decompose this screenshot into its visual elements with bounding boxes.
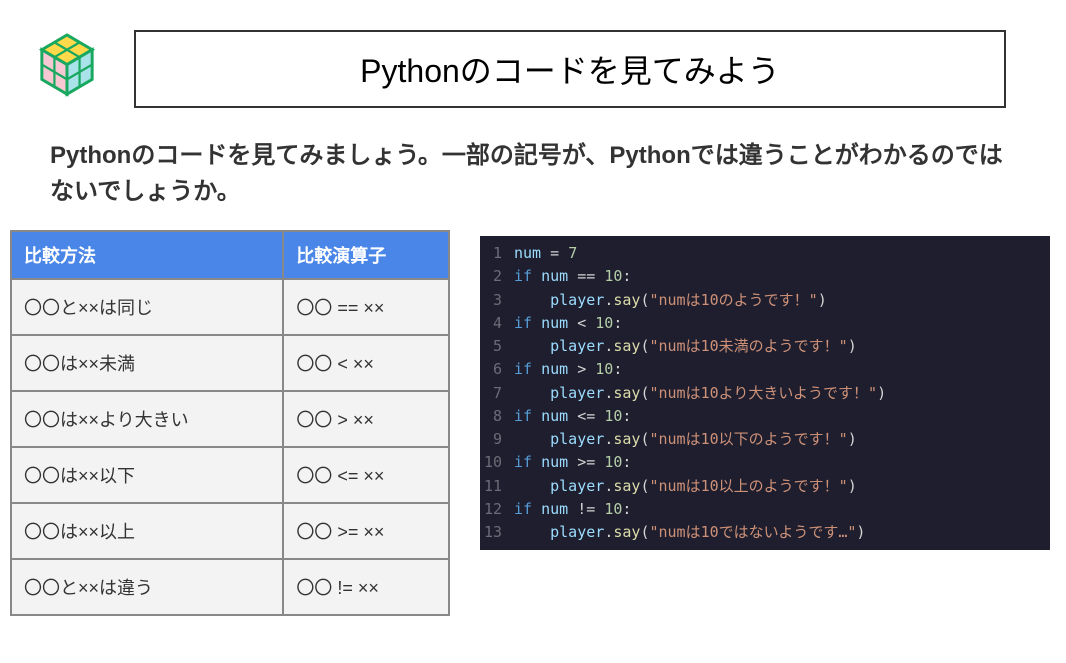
line-number: 9 <box>480 428 514 451</box>
line-number: 1 <box>480 242 514 265</box>
table-cell-operator: 〇〇 <= ×× <box>283 447 449 503</box>
table-cell-method: 〇〇は××未満 <box>11 335 283 391</box>
table-row: 〇〇は××以上 〇〇 >= ×× <box>11 503 449 559</box>
code-text: player.say("numは10未満のようです！") <box>514 335 857 358</box>
code-text: player.say("numは10以下のようです！") <box>514 428 857 451</box>
code-line: 9 player.say("numは10以下のようです！") <box>480 428 1038 451</box>
code-line: 5 player.say("numは10未満のようです！") <box>480 335 1038 358</box>
code-sample: 1num = 72if num == 10:3 player.say("numは… <box>480 236 1050 550</box>
table-cell-method: 〇〇と××は同じ <box>11 279 283 335</box>
code-text: player.say("numは10より大きいようです！") <box>514 382 886 405</box>
code-line: 6if num > 10: <box>480 358 1038 381</box>
line-number: 2 <box>480 265 514 288</box>
table-cell-operator: 〇〇 >= ×× <box>283 503 449 559</box>
code-line: 7 player.say("numは10より大きいようです！") <box>480 382 1038 405</box>
code-text: if num >= 10: <box>514 451 631 474</box>
code-line: 2if num == 10: <box>480 265 1038 288</box>
table-row: 〇〇は××以下 〇〇 <= ×× <box>11 447 449 503</box>
code-text: if num > 10: <box>514 358 622 381</box>
code-line: 12if num != 10: <box>480 498 1038 521</box>
code-text: player.say("numは10ではないようです…") <box>514 521 865 544</box>
code-text: if num < 10: <box>514 312 622 335</box>
code-text: player.say("numは10以上のようです！") <box>514 475 857 498</box>
table-cell-method: 〇〇は××より大きい <box>11 391 283 447</box>
table-row: 〇〇と××は同じ 〇〇 == ×× <box>11 279 449 335</box>
code-text: player.say("numは10のようです！") <box>514 289 827 312</box>
code-line: 11 player.say("numは10以上のようです！") <box>480 475 1038 498</box>
table-cell-method: 〇〇は××以下 <box>11 447 283 503</box>
table-cell-operator: 〇〇 < ×× <box>283 335 449 391</box>
line-number: 8 <box>480 405 514 428</box>
line-number: 11 <box>480 475 514 498</box>
intro-text: Pythonのコードを見てみましょう。一部の記号が、Pythonでは違うことがわ… <box>0 128 1066 230</box>
content-row: 比較方法 比較演算子 〇〇と××は同じ 〇〇 == ×× 〇〇は××未満 〇〇 … <box>0 230 1066 616</box>
code-line: 1num = 7 <box>480 242 1038 265</box>
code-line: 4if num < 10: <box>480 312 1038 335</box>
table-header-operator: 比較演算子 <box>283 231 449 279</box>
page-title: Pythonのコードを見てみよう <box>134 30 1006 108</box>
table-row: 〇〇と××は違う 〇〇 != ×× <box>11 559 449 615</box>
line-number: 3 <box>480 289 514 312</box>
line-number: 7 <box>480 382 514 405</box>
code-line: 3 player.say("numは10のようです！") <box>480 289 1038 312</box>
table-cell-method: 〇〇は××以上 <box>11 503 283 559</box>
code-text: if num == 10: <box>514 265 631 288</box>
table-cell-method: 〇〇と××は違う <box>11 559 283 615</box>
code-text: if num <= 10: <box>514 405 631 428</box>
table-cell-operator: 〇〇 != ×× <box>283 559 449 615</box>
line-number: 5 <box>480 335 514 358</box>
line-number: 4 <box>480 312 514 335</box>
table-row: 〇〇は××より大きい 〇〇 > ×× <box>11 391 449 447</box>
code-line: 13 player.say("numは10ではないようです…") <box>480 521 1038 544</box>
line-number: 13 <box>480 521 514 544</box>
code-line: 10if num >= 10: <box>480 451 1038 474</box>
code-text: if num != 10: <box>514 498 631 521</box>
cube-logo-icon <box>30 32 104 106</box>
table-cell-operator: 〇〇 == ×× <box>283 279 449 335</box>
header: Pythonのコードを見てみよう <box>0 0 1066 128</box>
code-text: num = 7 <box>514 242 577 265</box>
operator-table: 比較方法 比較演算子 〇〇と××は同じ 〇〇 == ×× 〇〇は××未満 〇〇 … <box>10 230 450 616</box>
line-number: 12 <box>480 498 514 521</box>
line-number: 6 <box>480 358 514 381</box>
table-header-method: 比較方法 <box>11 231 283 279</box>
table-cell-operator: 〇〇 > ×× <box>283 391 449 447</box>
code-line: 8if num <= 10: <box>480 405 1038 428</box>
table-row: 〇〇は××未満 〇〇 < ×× <box>11 335 449 391</box>
line-number: 10 <box>480 451 514 474</box>
